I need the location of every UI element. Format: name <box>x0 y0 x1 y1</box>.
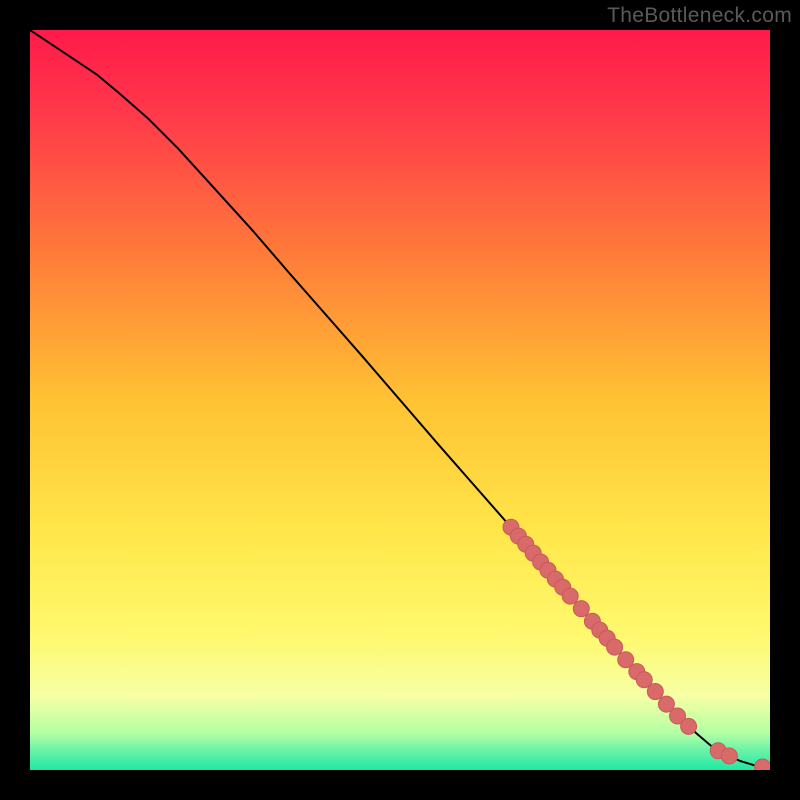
chart-frame: TheBottleneck.com <box>0 0 800 800</box>
curve-marker <box>573 601 589 617</box>
watermark-label: TheBottleneck.com <box>607 4 792 28</box>
curve-marker <box>647 684 663 700</box>
curve-marker <box>562 588 578 604</box>
curve-marker <box>721 748 737 764</box>
plot-area <box>30 30 770 770</box>
curve-marker <box>681 718 697 734</box>
curve-marker <box>607 639 623 655</box>
gradient-chart <box>30 30 770 770</box>
